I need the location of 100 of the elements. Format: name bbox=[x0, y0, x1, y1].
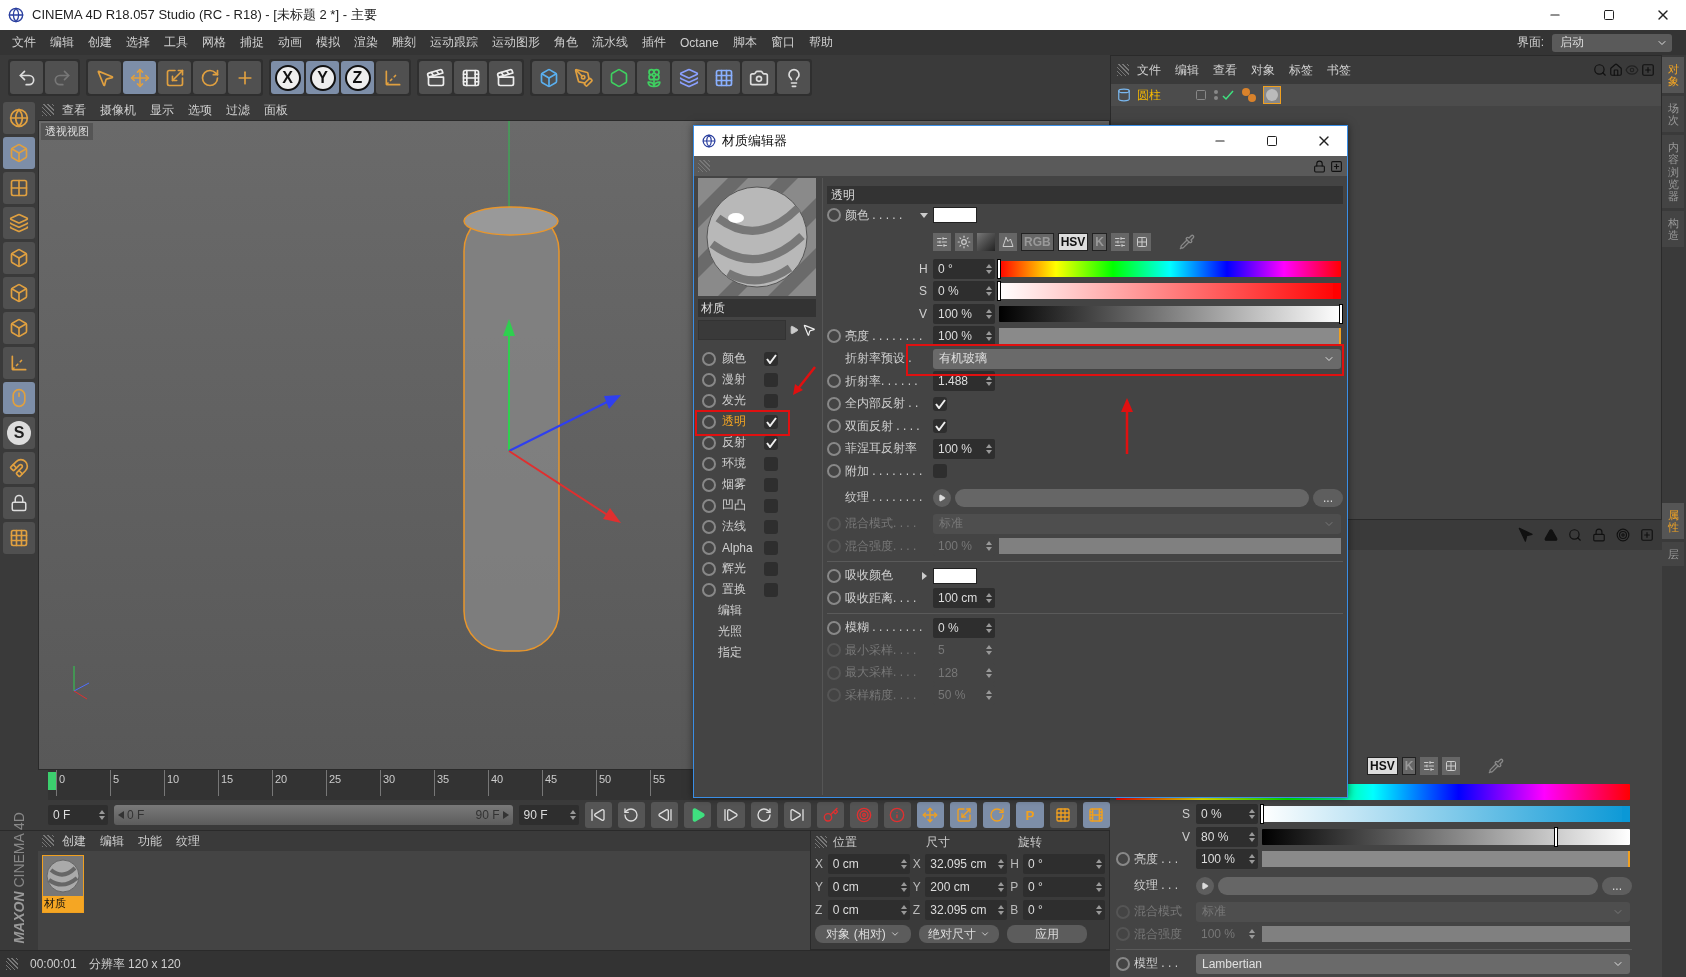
menu-item[interactable]: 查看 bbox=[56, 99, 92, 121]
menu-item[interactable]: 标签 bbox=[1283, 59, 1319, 81]
number-field[interactable]: 0 % bbox=[933, 281, 995, 302]
side-tab[interactable]: 层 bbox=[1662, 542, 1684, 567]
menu-item[interactable]: 纹理 bbox=[170, 830, 206, 852]
menu-item[interactable]: Octane bbox=[674, 33, 725, 52]
number-field[interactable]: 1.488 bbox=[933, 371, 995, 392]
channel-item[interactable]: 置换 bbox=[722, 581, 758, 598]
menu-item[interactable]: 编辑 bbox=[94, 830, 130, 852]
number-field[interactable]: 32.095 cm bbox=[925, 854, 1008, 874]
menu-item[interactable]: 书签 bbox=[1321, 59, 1357, 81]
number-field[interactable]: 0 ° bbox=[1023, 900, 1105, 920]
menu-item[interactable]: 插件 bbox=[636, 32, 672, 53]
menu-item[interactable]: 编辑 bbox=[1169, 59, 1205, 81]
channel-item[interactable]: 辉光 bbox=[722, 560, 758, 577]
menu-item[interactable]: 动画 bbox=[272, 32, 308, 53]
axis-lock-button[interactable]: X bbox=[271, 61, 304, 94]
menu-item[interactable]: 显示 bbox=[144, 99, 180, 121]
channel-item[interactable]: 颜色 bbox=[722, 350, 758, 367]
number-field[interactable]: 90 F bbox=[518, 805, 579, 825]
number-field[interactable]: 0 % bbox=[933, 617, 995, 638]
menu-item[interactable]: 渲染 bbox=[348, 32, 384, 53]
menu-item[interactable]: 窗口 bbox=[764, 32, 801, 53]
menu-item[interactable]: 编辑 bbox=[44, 32, 80, 53]
side-tab[interactable]: 场次 bbox=[1662, 96, 1684, 133]
maxon-logo: MAXON CINEMA 4D bbox=[11, 812, 27, 944]
menu-item[interactable]: 摄像机 bbox=[94, 99, 142, 121]
number-field[interactable]: 0 F bbox=[48, 805, 108, 825]
apply-button[interactable]: 应用 bbox=[1007, 925, 1087, 943]
menu-item[interactable]: 网格 bbox=[196, 32, 232, 53]
browse-button[interactable]: ... bbox=[1313, 488, 1343, 507]
material-thumbnail[interactable]: 材质 bbox=[42, 855, 84, 913]
number-field[interactable]: 200 cm bbox=[925, 877, 1008, 897]
menu-item[interactable]: 工具 bbox=[158, 32, 194, 53]
name-field[interactable]: 材质 bbox=[698, 299, 816, 317]
number-field[interactable]: 32.095 cm bbox=[925, 900, 1008, 920]
channel-item[interactable]: 环境 bbox=[722, 455, 758, 472]
number-field[interactable]: 100 % bbox=[933, 326, 995, 347]
number-field[interactable]: 0 ° bbox=[933, 258, 995, 279]
color-mode-button[interactable]: HSV bbox=[1057, 233, 1089, 251]
number-field[interactable]: 0 ° bbox=[1023, 877, 1105, 897]
menu-item[interactable]: 雕刻 bbox=[386, 32, 422, 53]
menu-item[interactable]: 捕捉 bbox=[234, 32, 270, 53]
object-name[interactable]: 圆柱 bbox=[1137, 86, 1189, 104]
menu-item[interactable]: 流水线 bbox=[586, 32, 634, 53]
dropdown[interactable]: 有机玻璃 bbox=[933, 348, 1341, 369]
page-link[interactable]: 编辑 bbox=[718, 602, 754, 619]
number-field[interactable]: 0 cm bbox=[827, 854, 910, 874]
channel-item[interactable]: 凹凸 bbox=[722, 497, 758, 514]
menu-item[interactable]: 角色 bbox=[548, 32, 584, 53]
axis-lock-button[interactable]: Y bbox=[306, 61, 339, 94]
menu-item[interactable]: 选择 bbox=[120, 32, 156, 53]
number-field[interactable]: 100 % bbox=[933, 438, 995, 459]
number-field[interactable]: 80 % bbox=[1196, 826, 1258, 847]
menu-item[interactable]: 运动图形 bbox=[486, 32, 546, 53]
channel-item[interactable]: 透明 bbox=[722, 413, 758, 430]
axis-label: Y bbox=[815, 880, 824, 894]
axis-label: B bbox=[1010, 903, 1020, 917]
channel-item[interactable]: 发光 bbox=[722, 392, 758, 409]
menu-item[interactable]: 帮助 bbox=[802, 32, 839, 53]
dropdown[interactable]: Lambertian bbox=[1196, 953, 1630, 974]
number-field[interactable]: 0 % bbox=[1196, 804, 1258, 825]
browse-button[interactable]: ... bbox=[1602, 876, 1632, 895]
side-tab[interactable]: 内容浏览器 bbox=[1662, 135, 1684, 208]
menu-item[interactable]: 查看 bbox=[1207, 59, 1243, 81]
layout-dropdown[interactable]: 启动 bbox=[1552, 33, 1672, 52]
axis-lock-button[interactable]: Z bbox=[341, 61, 374, 94]
side-tab[interactable]: 对象 bbox=[1662, 57, 1684, 94]
side-tab[interactable]: 属性 bbox=[1662, 503, 1684, 540]
menu-item[interactable]: 创建 bbox=[82, 32, 118, 53]
page-link[interactable]: 光照 bbox=[718, 623, 754, 640]
menu-item[interactable]: 文件 bbox=[1131, 59, 1167, 81]
menu-item[interactable]: 脚本 bbox=[726, 32, 763, 53]
column-header: 尺寸 bbox=[925, 833, 951, 851]
menu-item[interactable]: 模拟 bbox=[310, 32, 346, 53]
number-field[interactable]: 0 ° bbox=[1023, 854, 1105, 874]
number-field[interactable]: 100 % bbox=[933, 303, 995, 324]
dropdown[interactable]: 对象 (相对) bbox=[815, 925, 911, 943]
menu-item[interactable]: 创建 bbox=[56, 830, 92, 852]
side-tab[interactable]: 构造 bbox=[1662, 210, 1684, 248]
menu-item[interactable]: 对象 bbox=[1245, 59, 1281, 81]
menu-item[interactable]: 选项 bbox=[182, 99, 218, 121]
menu-item[interactable]: 过滤 bbox=[220, 99, 256, 121]
channel-item[interactable]: 法线 bbox=[722, 518, 758, 535]
channel-item[interactable]: Alpha bbox=[722, 540, 758, 555]
dropdown[interactable]: 绝对尺寸 bbox=[919, 925, 999, 943]
menu-item[interactable]: 面板 bbox=[258, 99, 294, 121]
number-field[interactable]: 100 cm bbox=[933, 588, 995, 609]
number-field[interactable]: 100 % bbox=[1196, 849, 1258, 870]
number-field[interactable]: 0 cm bbox=[827, 900, 910, 920]
menu-item[interactable]: 运动跟踪 bbox=[424, 32, 484, 53]
sculpt-button[interactable]: S bbox=[3, 417, 35, 449]
number-field[interactable]: 0 cm bbox=[827, 877, 910, 897]
page-link[interactable]: 指定 bbox=[718, 644, 754, 661]
menu-item[interactable]: 文件 bbox=[6, 32, 42, 53]
color-mode-button[interactable]: HSV bbox=[1367, 756, 1398, 775]
menu-item[interactable]: 功能 bbox=[132, 830, 168, 852]
channel-item[interactable]: 烟雾 bbox=[722, 476, 758, 493]
channel-item[interactable]: 反射 bbox=[722, 434, 758, 451]
channel-item[interactable]: 漫射 bbox=[722, 371, 758, 388]
